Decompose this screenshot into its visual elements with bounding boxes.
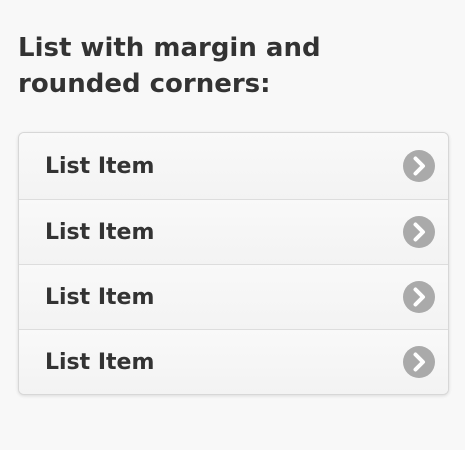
chevron-right-icon: [403, 150, 435, 182]
page-heading: List with margin and rounded corners:: [18, 33, 321, 99]
list-item[interactable]: List Item: [19, 133, 448, 199]
chevron-right-icon: [403, 281, 435, 313]
chevron-right-icon: [403, 216, 435, 248]
inset-list: List Item List Item List Item List Item: [18, 132, 449, 395]
list-item-label: List Item: [45, 284, 155, 310]
list-item-label: List Item: [45, 219, 155, 245]
page: List with margin and rounded corners: Li…: [0, 0, 465, 450]
list-item-label: List Item: [45, 153, 155, 179]
list-item[interactable]: List Item: [19, 329, 448, 394]
list-item[interactable]: List Item: [19, 199, 448, 264]
list-item-label: List Item: [45, 349, 155, 375]
list-item[interactable]: List Item: [19, 264, 448, 329]
chevron-right-icon: [403, 346, 435, 378]
